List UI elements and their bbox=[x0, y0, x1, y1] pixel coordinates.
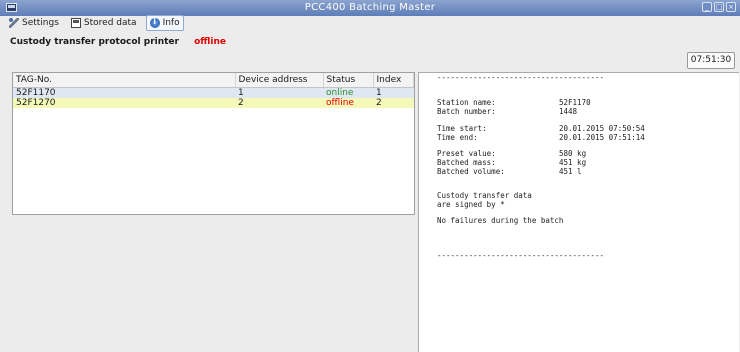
station-name-value: 52F1170 bbox=[559, 98, 591, 107]
failures-text: No failures during the batch bbox=[437, 216, 564, 225]
info-icon bbox=[149, 17, 160, 28]
stored-data-icon bbox=[70, 18, 81, 28]
time-start-value: 20.01.2015 07:50:54 bbox=[559, 124, 645, 133]
time-end-label: Time end: bbox=[437, 133, 478, 142]
info-label: Info bbox=[162, 18, 180, 28]
table-row[interactable]: 52F1170 1 online 1 bbox=[13, 87, 414, 98]
batched-mass-label: Batched mass: bbox=[437, 158, 496, 167]
time-end-value: 20.01.2015 07:51:14 bbox=[559, 133, 645, 142]
device-table: TAG-No. Device address Status Index 52F1… bbox=[12, 72, 415, 215]
toolbar: Settings Stored data Info bbox=[6, 15, 184, 31]
table-row[interactable]: 52F1270 2 offline 2 bbox=[13, 98, 414, 108]
settings-label: Settings bbox=[22, 18, 59, 28]
time-start-label: Time start: bbox=[437, 124, 487, 133]
report-separator-top: ------------------------------------- bbox=[437, 73, 605, 82]
cell-device-address: 1 bbox=[238, 88, 244, 98]
column-header-tag[interactable]: TAG-No. bbox=[13, 73, 236, 88]
settings-button[interactable]: Settings bbox=[6, 16, 62, 30]
signed-line-1: Custody transfer data bbox=[437, 191, 532, 200]
title-bar: PCC400 Batching Master _ □ × bbox=[0, 0, 740, 16]
cell-device-address: 2 bbox=[238, 98, 244, 108]
clock-display: 07:51:30 bbox=[687, 52, 735, 69]
batched-volume-value: 451 l bbox=[559, 167, 582, 176]
cell-status: online bbox=[326, 88, 354, 98]
maximize-button[interactable]: □ bbox=[714, 2, 724, 12]
station-name-label: Station name: bbox=[437, 98, 496, 107]
preset-value-value: 580 kg bbox=[559, 149, 587, 158]
cell-index: 1 bbox=[376, 88, 382, 98]
protocol-printer-status: Custody transfer protocol printer offlin… bbox=[10, 37, 226, 47]
cell-status: offline bbox=[326, 98, 354, 108]
column-header-device-address[interactable]: Device address bbox=[235, 73, 324, 88]
column-header-status[interactable]: Status bbox=[323, 73, 374, 88]
minimize-button[interactable]: _ bbox=[702, 2, 712, 12]
info-button[interactable]: Info bbox=[145, 15, 184, 31]
settings-icon bbox=[9, 18, 19, 28]
batched-mass-value: 451 kg bbox=[559, 158, 587, 167]
cell-tag: 52F1270 bbox=[16, 98, 56, 108]
batched-volume-label: Batched volume: bbox=[437, 167, 505, 176]
signed-line-2: are signed by * bbox=[437, 200, 505, 209]
batch-report: ------------------------------------- St… bbox=[418, 72, 739, 352]
batch-number-value: 1448 bbox=[559, 107, 578, 116]
batch-number-label: Batch number: bbox=[437, 107, 496, 116]
protocol-printer-label: Custody transfer protocol printer bbox=[10, 37, 179, 47]
cell-tag: 52F1170 bbox=[16, 88, 56, 98]
protocol-printer-state: offline bbox=[194, 37, 226, 47]
window-title: PCC400 Batching Master bbox=[304, 2, 436, 13]
close-button[interactable]: × bbox=[726, 2, 736, 12]
report-separator-bottom: ------------------------------------- bbox=[437, 251, 605, 260]
stored-data-button[interactable]: Stored data bbox=[68, 16, 140, 30]
column-header-index[interactable]: Index bbox=[373, 73, 414, 88]
preset-value-label: Preset value: bbox=[437, 149, 496, 158]
stored-data-label: Stored data bbox=[83, 18, 137, 28]
cell-index: 2 bbox=[376, 98, 382, 108]
